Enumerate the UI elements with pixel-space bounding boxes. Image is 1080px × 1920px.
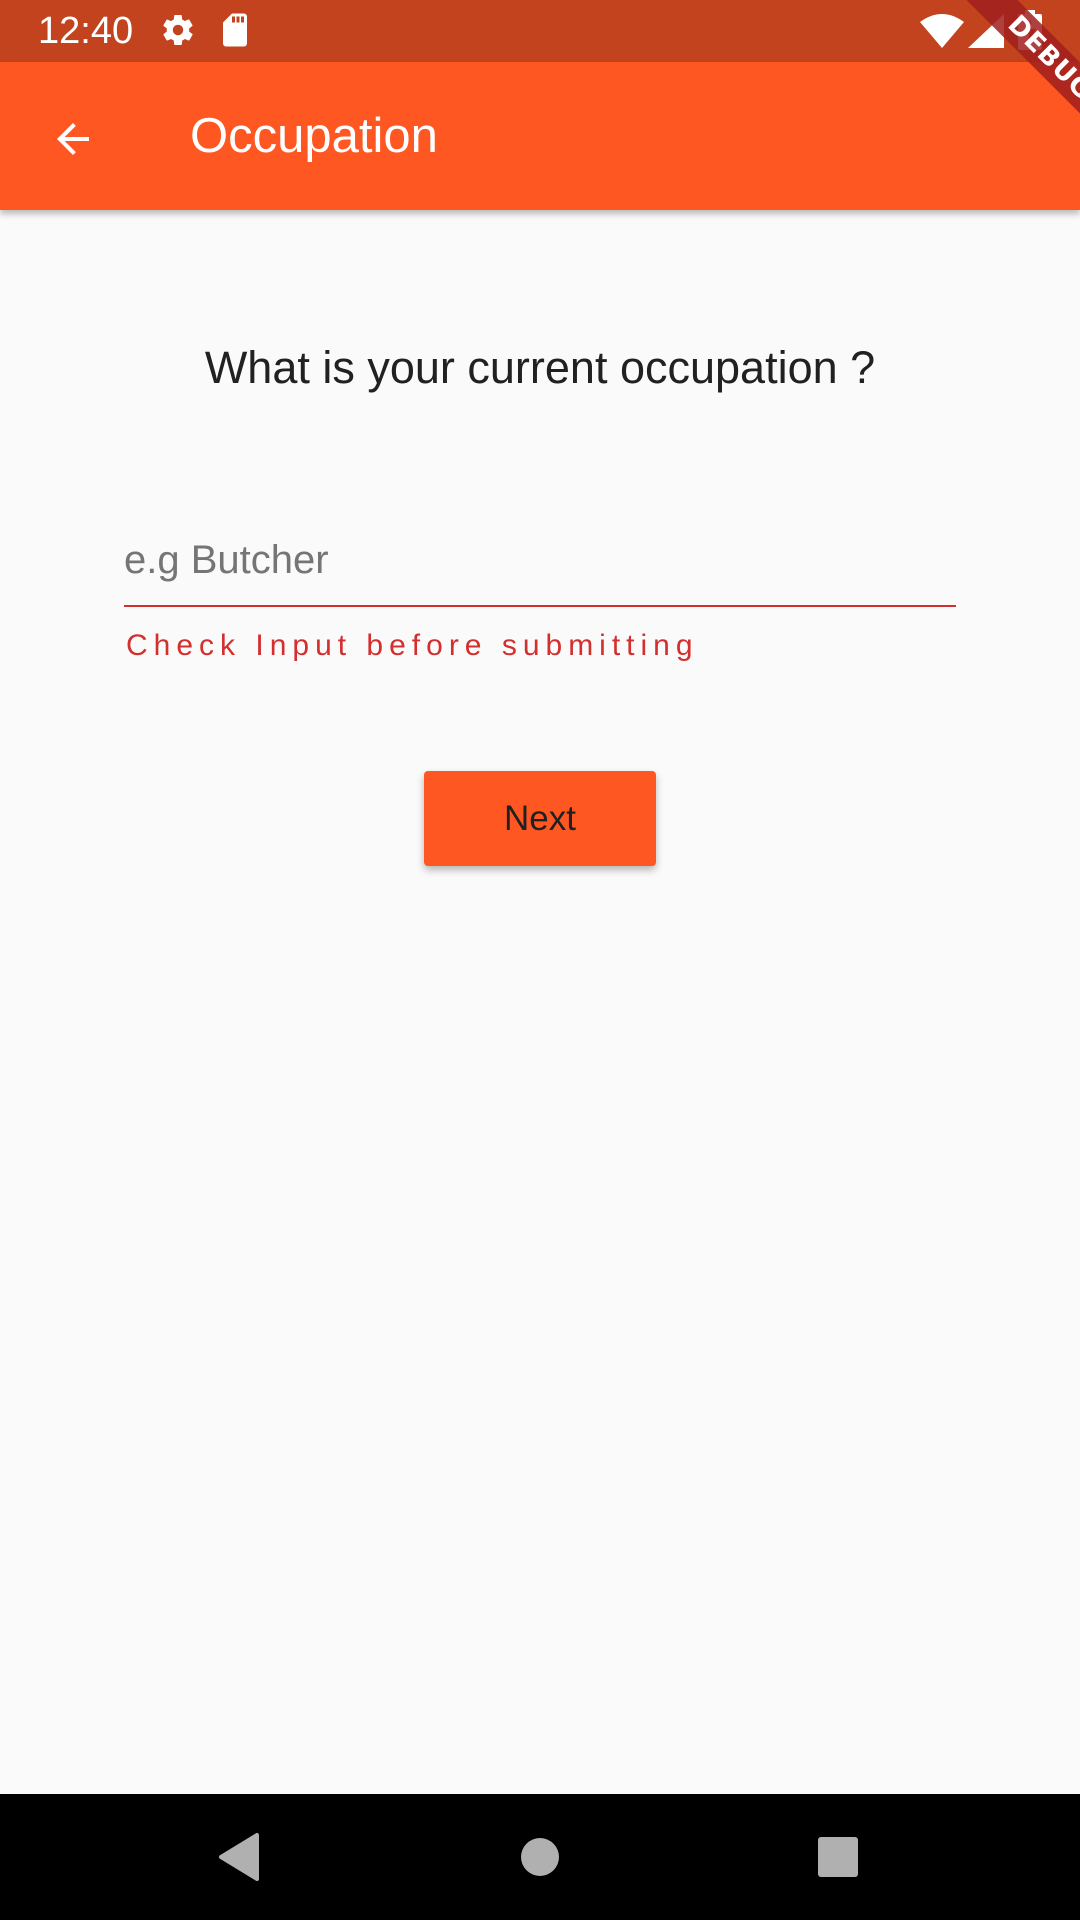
nav-back-button[interactable] <box>206 1824 272 1890</box>
recents-square-icon <box>818 1837 858 1877</box>
settings-icon <box>160 12 196 53</box>
nav-home-button[interactable] <box>507 1824 573 1890</box>
sd-card-icon <box>220 12 250 53</box>
signal-icon <box>968 14 1004 53</box>
status-bar: 12:40 <box>0 0 1080 62</box>
arrow-back-icon <box>57 123 89 155</box>
navigation-bar <box>0 1794 1080 1920</box>
page-title: Occupation <box>190 109 438 163</box>
back-triangle-icon <box>219 1833 259 1881</box>
app-bar: Occupation <box>0 62 1080 210</box>
home-circle-icon <box>521 1838 559 1876</box>
wifi-icon <box>920 14 964 53</box>
error-message: Check Input before submitting <box>126 629 699 662</box>
next-button[interactable]: Next <box>424 771 656 866</box>
occupation-input[interactable] <box>124 515 956 607</box>
back-button[interactable] <box>40 106 106 172</box>
question-text: What is your current occupation ? <box>204 342 876 393</box>
status-time: 12:40 <box>38 10 134 52</box>
nav-recents-button[interactable] <box>805 1824 871 1890</box>
battery-charging-icon <box>1018 10 1042 55</box>
